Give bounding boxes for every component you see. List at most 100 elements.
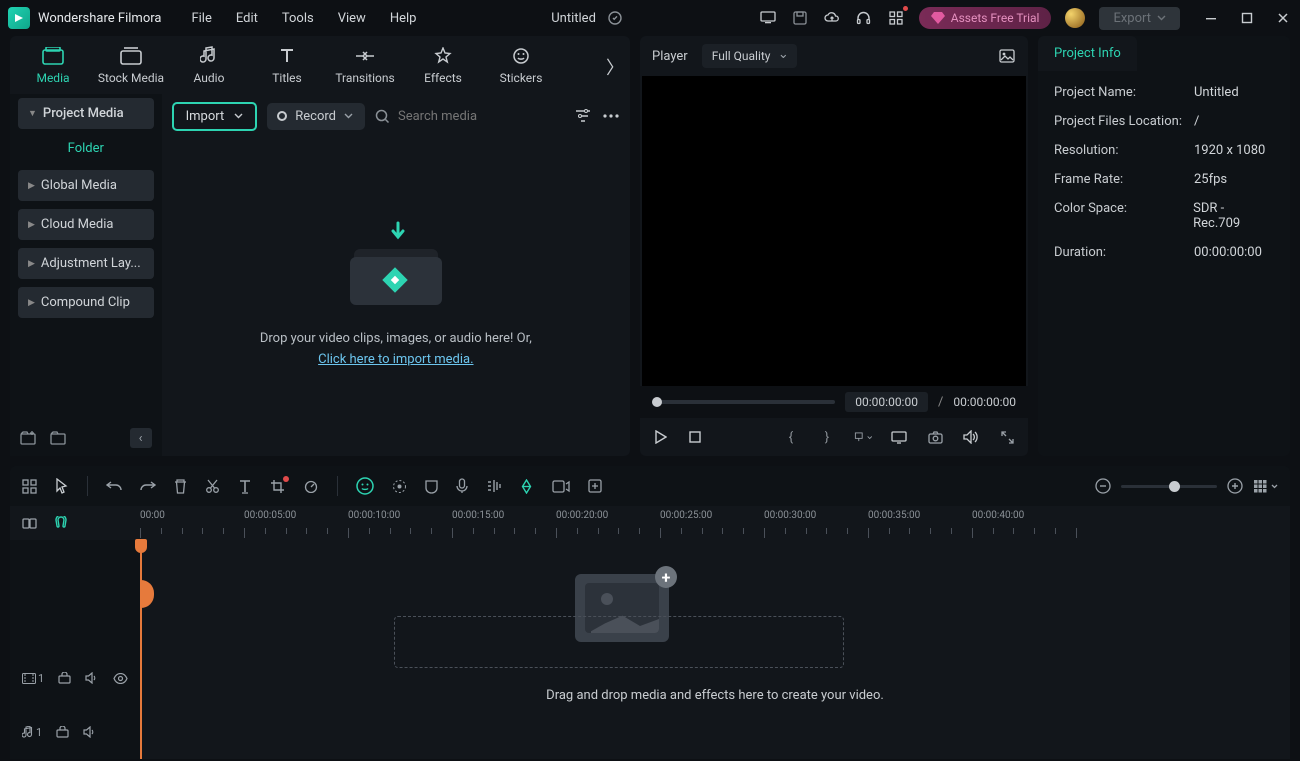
user-avatar[interactable]: [1065, 8, 1085, 28]
timeline-drop-outline[interactable]: [394, 616, 844, 668]
track-lock-icon[interactable]: [56, 726, 69, 738]
folder-icon[interactable]: [50, 431, 66, 445]
info-label: Color Space:: [1054, 201, 1193, 231]
tab-transitions[interactable]: Transitions: [326, 45, 404, 85]
stop-icon[interactable]: [686, 428, 704, 446]
timeline-link-icon[interactable]: [22, 516, 37, 531]
chevron-right-icon: ▶: [28, 259, 35, 269]
track-mute-icon[interactable]: [85, 672, 99, 684]
collapse-sidebar-icon[interactable]: ‹: [130, 428, 152, 448]
crop-icon[interactable]: [270, 479, 285, 494]
cursor-tool-icon[interactable]: [55, 478, 69, 494]
headphones-icon[interactable]: [855, 9, 873, 27]
menu-view[interactable]: View: [338, 11, 366, 26]
sidebar-project-media[interactable]: ▼Project Media: [18, 98, 154, 129]
tab-media[interactable]: Media: [14, 45, 92, 85]
track-lock-icon[interactable]: [58, 672, 71, 684]
play-icon[interactable]: [652, 428, 670, 446]
snapshot-settings-icon[interactable]: [998, 47, 1016, 65]
cloud-icon[interactable]: [823, 9, 841, 27]
marker-icon[interactable]: [854, 428, 872, 446]
filter-icon[interactable]: [574, 107, 592, 125]
tab-stickers[interactable]: Stickers: [482, 45, 560, 85]
menubar: File Edit Tools View Help: [191, 11, 416, 26]
menu-help[interactable]: Help: [390, 11, 417, 26]
menu-edit[interactable]: Edit: [236, 11, 258, 26]
info-row: Frame Rate:25fps: [1054, 172, 1274, 187]
player-label: Player: [652, 49, 688, 64]
zoom-out-icon[interactable]: [1095, 478, 1111, 494]
timeline-ruler[interactable]: 00:0000:00:05:0000:00:10:0000:00:15:0000…: [140, 506, 1290, 540]
player-progress-bar[interactable]: [652, 400, 835, 404]
add-media-plus-icon[interactable]: +: [655, 566, 677, 588]
track-visibility-icon[interactable]: [113, 673, 128, 684]
track-mute-icon[interactable]: [83, 726, 97, 738]
new-bin-icon[interactable]: [20, 431, 36, 445]
maximize-icon[interactable]: [1238, 9, 1256, 27]
menu-file[interactable]: File: [191, 11, 211, 26]
chevron-right-icon: ▶: [28, 220, 35, 230]
marker-add-icon[interactable]: [588, 479, 602, 493]
device-icon[interactable]: [759, 9, 777, 27]
tab-titles[interactable]: Titles: [248, 45, 326, 85]
assets-trial-button[interactable]: Assets Free Trial: [919, 7, 1052, 29]
sidebar-folder[interactable]: Folder: [10, 133, 162, 166]
save-icon[interactable]: [791, 9, 809, 27]
menu-tools[interactable]: Tools: [282, 11, 314, 26]
export-button[interactable]: Export: [1099, 7, 1180, 30]
apps-icon[interactable]: [887, 9, 905, 27]
timeline-tracks-area[interactable]: + Drag and drop media and effects here t…: [140, 540, 1290, 759]
keyframe-icon[interactable]: [519, 479, 534, 494]
info-value: Untitled: [1194, 85, 1239, 100]
fullscreen-icon[interactable]: [998, 428, 1016, 446]
chevron-right-icon: ▶: [28, 181, 35, 191]
tab-project-info[interactable]: Project Info: [1038, 36, 1137, 71]
ai-tools-icon[interactable]: [356, 477, 374, 495]
tab-audio[interactable]: Audio: [170, 45, 248, 85]
audio-adjust-icon[interactable]: [486, 479, 501, 493]
camera-icon[interactable]: [926, 428, 944, 446]
display-icon[interactable]: [890, 428, 908, 446]
undo-icon[interactable]: [106, 480, 122, 492]
info-row: Color Space:SDR - Rec.709: [1054, 201, 1274, 231]
player-viewport[interactable]: [642, 76, 1026, 386]
import-button[interactable]: Import: [172, 102, 258, 131]
timeline-view-icon[interactable]: [1253, 479, 1278, 493]
tab-stock-media[interactable]: Stock Media: [92, 45, 170, 85]
sidebar-global-media[interactable]: ▶Global Media: [18, 170, 154, 201]
close-icon[interactable]: [1274, 9, 1292, 27]
sidebar-compound-clip[interactable]: ▶Compound Clip: [18, 287, 154, 318]
volume-icon[interactable]: [962, 428, 980, 446]
import-media-link[interactable]: Click here to import media.: [318, 352, 473, 367]
zoom-slider[interactable]: [1121, 485, 1217, 488]
media-dropzone[interactable]: Drop your video clips, images, or audio …: [162, 138, 630, 456]
split-icon[interactable]: [205, 479, 220, 494]
drop-hint-line1: Drop your video clips, images, or audio …: [260, 331, 532, 346]
text-icon[interactable]: [238, 479, 252, 494]
tab-effects[interactable]: Effects: [404, 45, 482, 85]
redo-icon[interactable]: [140, 480, 156, 492]
color-icon[interactable]: [392, 479, 407, 494]
speed-icon[interactable]: [303, 479, 319, 493]
sidebar-cloud-media[interactable]: ▶Cloud Media: [18, 209, 154, 240]
mark-in-icon[interactable]: {: [782, 428, 800, 446]
track-manager-icon[interactable]: [22, 479, 37, 494]
mark-out-icon[interactable]: }: [818, 428, 836, 446]
timeline-magnet-icon[interactable]: [53, 516, 69, 530]
sidebar-adjustment-layer[interactable]: ▶Adjustment Lay...: [18, 248, 154, 279]
zoom-in-icon[interactable]: [1227, 478, 1243, 494]
render-icon[interactable]: [552, 480, 570, 493]
timeline-marker-handle[interactable]: [141, 580, 154, 608]
timeline-playhead[interactable]: [140, 540, 142, 759]
delete-icon[interactable]: [174, 479, 187, 494]
info-label: Project Name:: [1054, 85, 1194, 100]
search-media-input[interactable]: [398, 109, 564, 124]
minimize-icon[interactable]: [1202, 9, 1220, 27]
mask-icon[interactable]: [425, 479, 438, 494]
tabs-scroll-right-icon[interactable]: 〉: [606, 54, 624, 80]
voiceover-icon[interactable]: [456, 478, 468, 494]
quality-select[interactable]: Full Quality: [702, 44, 797, 68]
sync-status-icon[interactable]: [606, 9, 624, 27]
more-icon[interactable]: [602, 107, 620, 125]
record-button[interactable]: Record: [267, 103, 365, 130]
